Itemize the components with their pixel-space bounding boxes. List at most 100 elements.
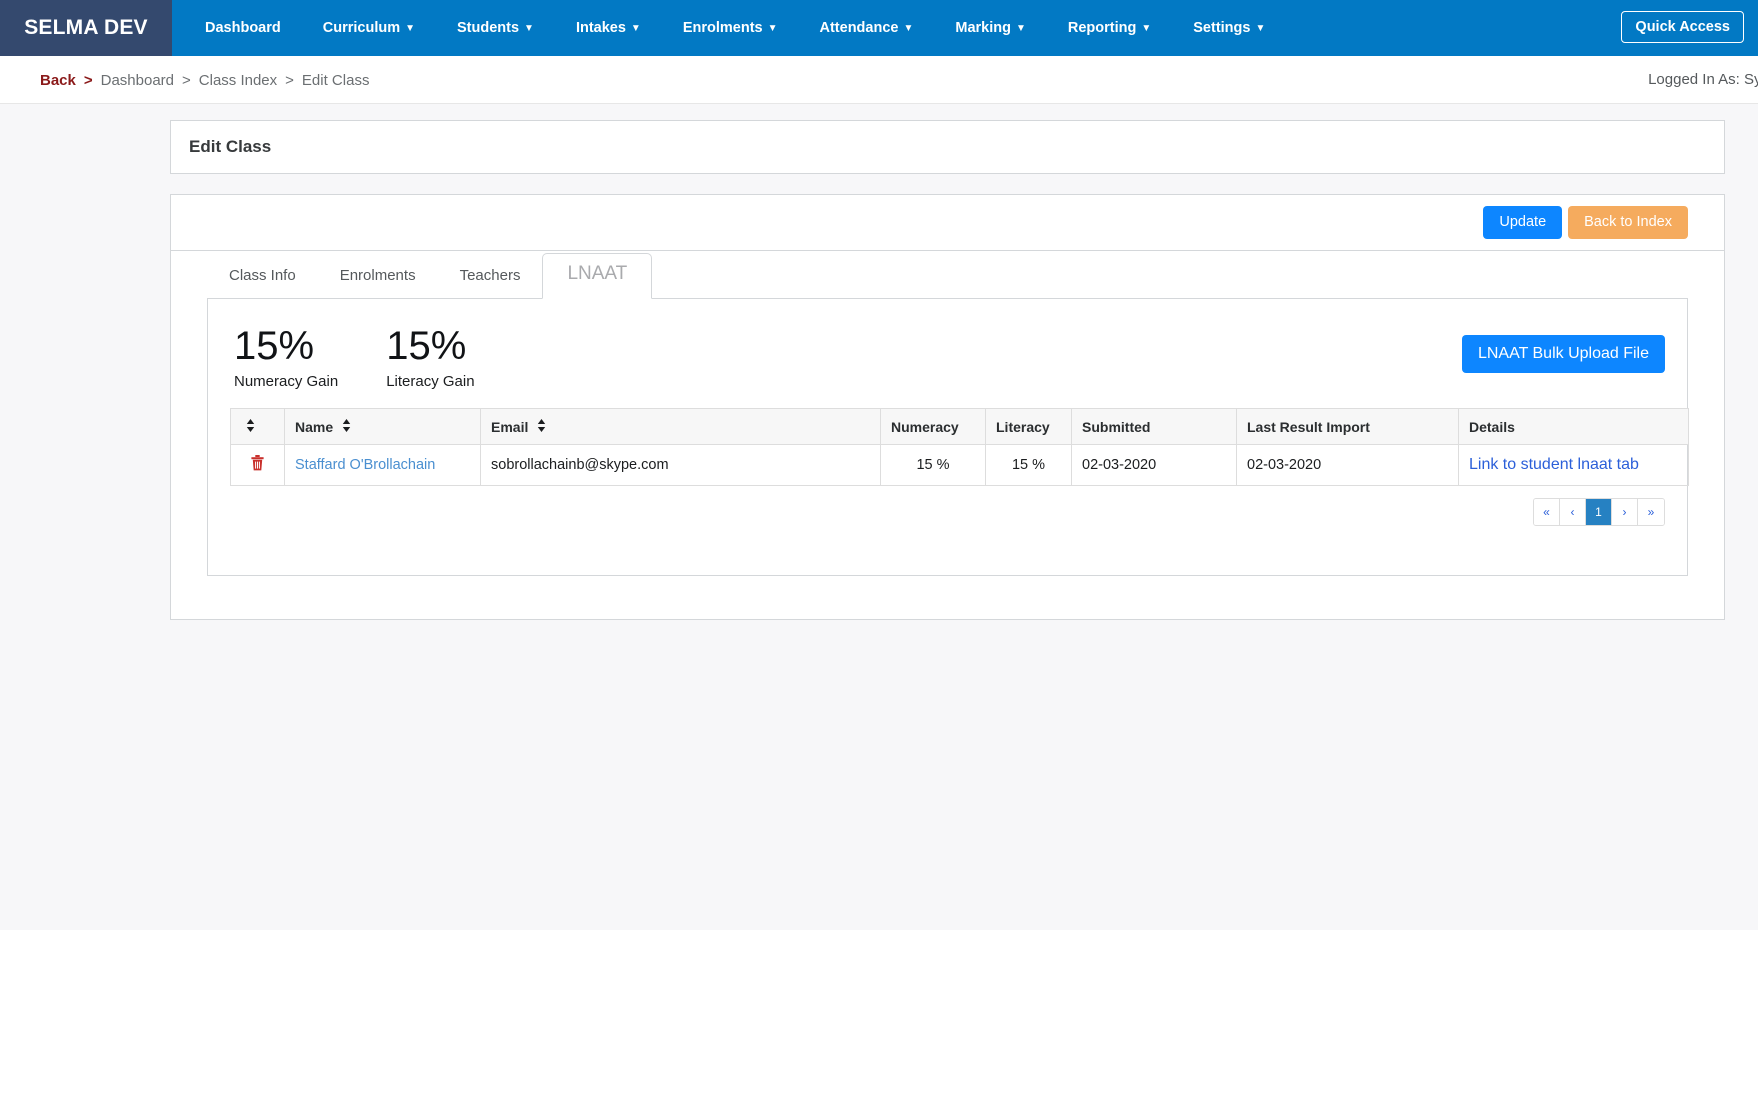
nav-item-label: Reporting	[1067, 20, 1137, 36]
pagination-container: « ‹ 1 › »	[230, 498, 1665, 526]
chevron-down-icon: ▼	[524, 23, 534, 34]
nav-item-label: Intakes	[575, 20, 626, 36]
page-title-card: Edit Class	[170, 120, 1725, 174]
stat-label: Literacy Gain	[386, 373, 475, 390]
row-delete-cell[interactable]	[230, 444, 285, 486]
pagination-first-button[interactable]: «	[1534, 499, 1560, 525]
chevron-down-icon: ▼	[903, 23, 914, 34]
upload-container: LNAAT Bulk Upload File	[1461, 335, 1665, 373]
quick-access-button[interactable]: Quick Access	[1621, 11, 1744, 43]
column-header-literacy: Literacy	[985, 408, 1072, 445]
chevron-down-icon: ▼	[1255, 23, 1266, 34]
app-brand[interactable]: SELMA DEV	[0, 0, 172, 56]
stat-label: Numeracy Gain	[234, 373, 339, 390]
chevron-down-icon: ▼	[405, 23, 415, 34]
breadcrumb-separator: >	[83, 71, 93, 89]
nav-item-label: Students	[457, 20, 520, 36]
sort-toggle-icon[interactable]	[342, 418, 351, 432]
breadcrumb-back-link[interactable]: Back	[40, 72, 76, 89]
breadcrumb-item-dashboard[interactable]: Dashboard	[101, 72, 174, 89]
top-navbar: SELMA DEV Dashboard Curriculum ▼ Students…	[0, 0, 1758, 56]
chevron-down-icon: ▼	[1141, 23, 1152, 34]
nav-item-reporting[interactable]: Reporting ▼	[1047, 0, 1172, 56]
chevron-down-icon: ▼	[1015, 23, 1026, 34]
row-details-cell: Link to student lnaat tab	[1458, 444, 1689, 486]
tab-teachers[interactable]: Teachers	[438, 257, 543, 298]
edit-class-card: Update Back to Index Class Info Enrolmen…	[170, 194, 1725, 620]
nav-item-label: Dashboard	[205, 20, 281, 36]
lnaat-table: Name Email Numeracy Literacy Submitted L…	[230, 408, 1689, 486]
column-header-details: Details	[1458, 408, 1689, 445]
gain-stats: 15% Numeracy Gain 15% Literacy Gain LNAA…	[208, 299, 1687, 390]
page-title: Edit Class	[189, 137, 272, 156]
nav-item-label: Attendance	[819, 20, 899, 36]
nav-item-label: Enrolments	[682, 20, 763, 36]
sort-toggle-icon[interactable]	[246, 418, 255, 432]
sort-toggle-icon[interactable]	[537, 418, 546, 432]
pagination-prev-button[interactable]: ‹	[1560, 499, 1586, 525]
row-literacy-cell: 15 %	[985, 444, 1072, 486]
breadcrumb-separator: >	[182, 71, 191, 89]
nav-item-settings[interactable]: Settings ▼	[1172, 0, 1286, 56]
row-submitted-cell: 02-03-2020	[1071, 444, 1237, 486]
pagination: « ‹ 1 › »	[1533, 498, 1665, 526]
primary-nav: Dashboard Curriculum ▼ Students ▼ Intakes ▼…	[172, 0, 1286, 56]
column-header-select[interactable]	[230, 408, 285, 445]
row-email-cell: sobrollachainb@skype.com	[480, 444, 881, 486]
breadcrumb-separator: >	[285, 71, 294, 89]
column-header-numeracy: Numeracy	[880, 408, 986, 445]
nav-item-marking[interactable]: Marking ▼	[934, 0, 1047, 56]
tab-class-info[interactable]: Class Info	[207, 257, 318, 298]
tab-label: Teachers	[459, 267, 521, 284]
quick-access-container: Quick Access	[1621, 11, 1744, 43]
pagination-page-1[interactable]: 1	[1586, 499, 1612, 525]
chevron-down-icon: ▼	[630, 23, 641, 34]
tab-label: Enrolments	[339, 267, 416, 284]
breadcrumb-item-class-index[interactable]: Class Index	[199, 72, 277, 89]
tab-bar: Class Info Enrolments Teachers LNAAT	[171, 251, 1724, 299]
nav-item-label: Curriculum	[322, 20, 401, 36]
breadcrumb-item-edit-class: Edit Class	[301, 71, 370, 89]
column-header-email[interactable]: Email	[480, 408, 881, 445]
stat-value: 15%	[386, 324, 467, 368]
stat-numeracy-gain: 15% Numeracy Gain	[234, 325, 338, 390]
chevron-down-icon: ▼	[767, 23, 778, 34]
lnaat-tab-pane: 15% Numeracy Gain 15% Literacy Gain LNAA…	[207, 298, 1689, 576]
nav-item-label: Settings	[1193, 20, 1251, 36]
table-header-row: Name Email Numeracy Literacy Submitted L…	[230, 408, 1689, 445]
stat-value: 15%	[234, 324, 315, 368]
tab-label: LNAAT	[567, 263, 628, 284]
lnaat-bulk-upload-button[interactable]: LNAAT Bulk Upload File	[1461, 335, 1665, 373]
logged-in-as-label: Logged In As: System	[1648, 71, 1758, 88]
nav-item-attendance[interactable]: Attendance ▼	[799, 0, 935, 56]
pagination-next-button[interactable]: ›	[1612, 499, 1638, 525]
card-toolbar: Update Back to Index	[171, 195, 1724, 251]
update-button[interactable]: Update	[1483, 205, 1563, 240]
nav-item-dashboard[interactable]: Dashboard	[184, 0, 302, 56]
column-header-name[interactable]: Name	[284, 408, 481, 445]
column-header-label: Name	[295, 418, 334, 435]
table-row: Staffard O'Brollachain sobrollachainb@sk…	[230, 444, 1689, 486]
student-name-link[interactable]: Staffard O'Brollachain	[295, 457, 435, 473]
row-last-result-import-cell: 02-03-2020	[1236, 444, 1459, 486]
row-numeracy-cell: 15 %	[880, 444, 986, 486]
tab-enrolments[interactable]: Enrolments	[318, 257, 438, 298]
lnaat-table-container: Name Email Numeracy Literacy Submitted L…	[230, 408, 1689, 486]
column-header-submitted: Submitted	[1071, 408, 1237, 445]
breadcrumb-bar: Back > Dashboard > Class Index > Edit Cl…	[0, 56, 1758, 104]
nav-item-students[interactable]: Students ▼	[436, 0, 555, 56]
tab-lnaat[interactable]: LNAAT	[542, 253, 653, 299]
column-header-label: Email	[491, 418, 529, 435]
nav-item-curriculum[interactable]: Curriculum ▼	[302, 0, 436, 56]
nav-item-enrolments[interactable]: Enrolments ▼	[662, 0, 799, 56]
trash-icon[interactable]	[251, 455, 264, 475]
student-lnaat-tab-link[interactable]: Link to student lnaat tab	[1469, 456, 1639, 473]
column-header-last-result-import: Last Result Import	[1236, 408, 1459, 445]
stat-literacy-gain: 15% Literacy Gain	[386, 325, 474, 390]
pagination-last-button[interactable]: »	[1638, 499, 1664, 525]
nav-item-label: Marking	[955, 20, 1011, 36]
row-name-cell: Staffard O'Brollachain	[284, 444, 481, 486]
breadcrumb: Back > Dashboard > Class Index > Edit Cl…	[40, 56, 369, 104]
nav-item-intakes[interactable]: Intakes ▼	[555, 0, 662, 56]
back-to-index-button[interactable]: Back to Index	[1568, 205, 1688, 240]
